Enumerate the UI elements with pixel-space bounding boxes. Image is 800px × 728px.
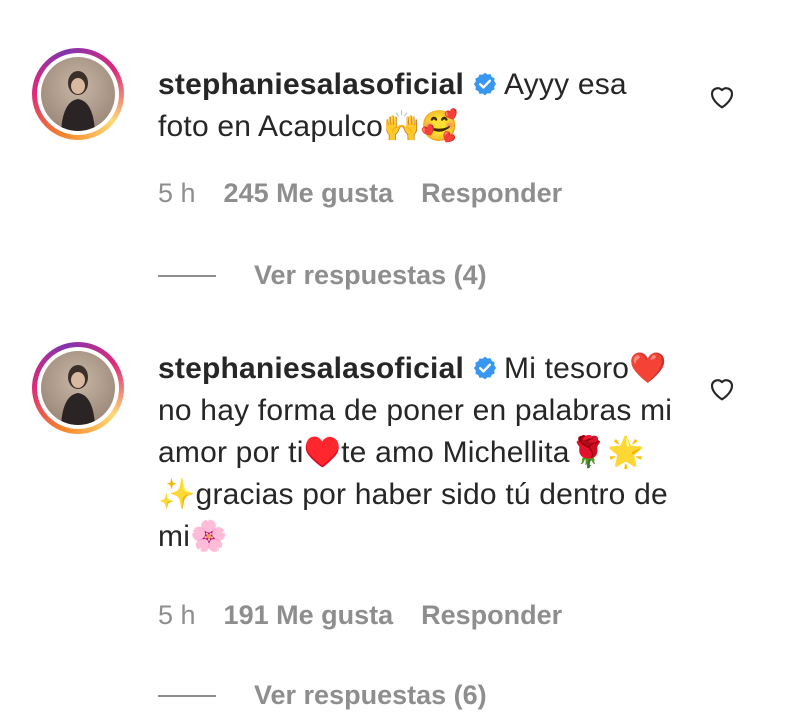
comment-time: 5 h	[158, 600, 196, 630]
avatar-figure	[61, 365, 95, 425]
comment-text: stephaniesalasoficial Ayyy esa foto en Ac…	[158, 64, 678, 148]
comment-meta: 5 h 245 Me gusta Responder	[158, 178, 562, 209]
avatar-photo	[41, 57, 115, 131]
comment-time: 5 h	[158, 178, 196, 208]
replies-divider	[158, 274, 216, 277]
view-replies-button[interactable]: Ver respuestas (6)	[158, 680, 487, 711]
like-button[interactable]	[706, 80, 738, 112]
heart-outline-icon	[710, 87, 734, 109]
reply-button[interactable]: Responder	[421, 178, 562, 209]
view-replies-label: Ver respuestas (4)	[254, 260, 487, 290]
avatar-figure	[61, 71, 95, 131]
avatar[interactable]	[32, 48, 124, 140]
likes-count[interactable]: 245 Me gusta	[224, 178, 394, 209]
avatar-photo	[41, 351, 115, 425]
verified-badge-icon	[472, 71, 498, 97]
comment-text: stephaniesalasoficial Mi tesoro❤️no hay f…	[158, 348, 678, 558]
verified-badge-icon	[472, 355, 498, 381]
avatar[interactable]	[32, 342, 124, 434]
heart-outline-icon	[710, 379, 734, 401]
view-replies-button[interactable]: Ver respuestas (4)	[158, 260, 487, 291]
username[interactable]: stephaniesalasoficial	[158, 68, 464, 101]
comment-meta: 5 h 191 Me gusta Responder	[158, 600, 562, 631]
reply-button[interactable]: Responder	[421, 600, 562, 631]
view-replies-label: Ver respuestas (6)	[254, 680, 487, 710]
username[interactable]: stephaniesalasoficial	[158, 352, 464, 385]
replies-divider	[158, 694, 216, 697]
likes-count[interactable]: 191 Me gusta	[224, 600, 394, 631]
like-button[interactable]	[706, 372, 738, 404]
